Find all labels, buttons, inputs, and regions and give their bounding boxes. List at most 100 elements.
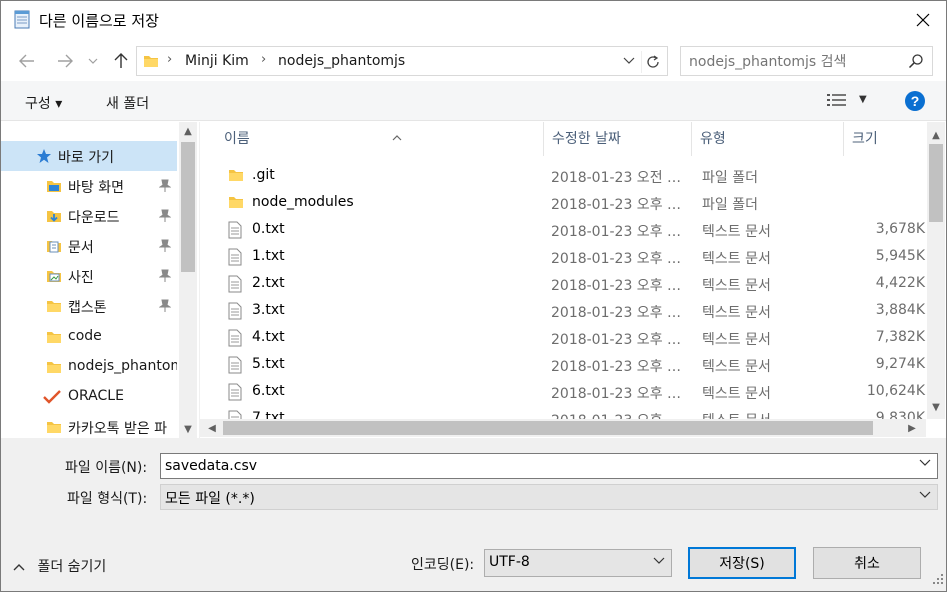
file-row[interactable]: 2.txt 2018-01-23 오후 3... 텍스트 문서 4,422K <box>200 271 925 298</box>
file-size: 7,382K <box>875 329 925 345</box>
nav-item-nodejs-phantom[interactable]: nodejs_phantom <box>1 352 177 382</box>
chevron-down-icon[interactable] <box>623 54 635 68</box>
text-file-icon <box>228 302 242 324</box>
file-date: 2018-01-23 오후 2... <box>551 197 689 213</box>
nav-item-code[interactable]: code <box>1 322 177 352</box>
scroll-up-icon[interactable]: ▲ <box>927 126 945 144</box>
file-row[interactable]: 3.txt 2018-01-23 오후 3... 텍스트 문서 3,884K <box>200 298 925 325</box>
folder-icon <box>228 167 244 187</box>
file-row[interactable]: 0.txt 2018-01-23 오후 3... 텍스트 문서 3,678K <box>200 217 925 244</box>
chevron-down-icon[interactable]: ▼ <box>859 94 867 105</box>
close-button[interactable] <box>900 1 946 39</box>
column-header-size[interactable]: 크기 <box>844 122 925 156</box>
back-button[interactable] <box>15 49 39 73</box>
file-name: 1.txt <box>252 248 285 264</box>
scroll-up-icon[interactable]: ▲ <box>179 122 197 140</box>
scroll-right-icon[interactable]: ▶ <box>903 419 921 437</box>
nav-item-capstone[interactable]: 캡스톤 <box>1 291 177 321</box>
file-size: 5,945K <box>875 248 925 264</box>
scrollbar-thumb[interactable] <box>181 142 195 272</box>
cancel-button[interactable]: 취소 <box>813 547 921 579</box>
help-button[interactable]: ? <box>905 91 925 111</box>
refresh-button[interactable] <box>641 51 663 73</box>
column-header-type[interactable]: 유형 <box>692 122 844 156</box>
organize-button[interactable]: 구성 ▾ <box>25 93 62 113</box>
breadcrumb-item[interactable]: Minji Kim <box>185 53 249 69</box>
file-list-hscrollbar[interactable]: ◀ ▶ <box>199 419 926 437</box>
nav-item-label: 캡스톤 <box>68 300 107 316</box>
address-row: › Minji Kim › nodejs_phantomjs <box>1 43 946 79</box>
file-row[interactable]: 5.txt 2018-01-23 오후 3... 텍스트 문서 9,274K <box>200 352 925 379</box>
file-row[interactable]: .git 2018-01-23 오전 1... 파일 폴더 <box>200 163 925 190</box>
nav-item-downloads[interactable]: 다운로드 <box>1 201 177 231</box>
view-options-icon[interactable] <box>827 93 847 111</box>
arrow-left-icon <box>19 54 34 68</box>
chevron-down-icon <box>88 58 98 64</box>
nav-item-label: 문서 <box>68 240 94 256</box>
forward-button[interactable] <box>53 49 77 73</box>
nav-item-documents[interactable]: 문서 <box>1 231 177 261</box>
nav-item-desktop[interactable]: 바탕 화면 <box>1 171 177 201</box>
filename-field[interactable] <box>160 453 938 479</box>
search-input[interactable] <box>689 51 899 73</box>
title-bar: 다른 이름으로 저장 <box>1 1 946 39</box>
column-header-label: 크기 <box>852 131 878 147</box>
scroll-down-icon[interactable]: ▼ <box>927 398 945 416</box>
scrollbar-thumb[interactable] <box>929 144 943 222</box>
new-folder-button[interactable]: 새 폴더 <box>106 93 149 113</box>
search-icon[interactable] <box>908 53 924 73</box>
filename-input[interactable] <box>165 456 864 476</box>
chevron-down-icon <box>653 557 665 568</box>
file-row[interactable]: node_modules 2018-01-23 오후 2... 파일 폴더 <box>200 190 925 217</box>
text-file-icon <box>228 356 242 378</box>
recent-locations-button[interactable] <box>85 49 101 73</box>
scroll-down-icon[interactable]: ▼ <box>179 420 197 438</box>
up-button[interactable] <box>109 49 133 73</box>
file-type: 텍스트 문서 <box>702 251 771 267</box>
file-date: 2018-01-23 오후 3... <box>551 251 689 267</box>
nav-item-label: ORACLE <box>68 388 124 404</box>
arrow-right-icon <box>58 54 73 68</box>
search-box[interactable] <box>680 46 933 76</box>
file-type: 텍스트 문서 <box>702 305 771 321</box>
file-list-vscrollbar[interactable]: ▲ ▼ <box>927 122 945 419</box>
nav-item-label: 카카오톡 받은 파 <box>68 421 168 437</box>
scroll-left-icon[interactable]: ◀ <box>203 419 221 437</box>
folder-icon <box>45 358 63 376</box>
encoding-select[interactable]: UTF-8 <box>484 549 672 577</box>
hide-folders-button[interactable]: 폴더 숨기기 <box>13 556 106 576</box>
column-header-label: 유형 <box>700 131 726 147</box>
refresh-icon <box>646 55 659 68</box>
file-date: 2018-01-23 오후 3... <box>551 332 689 348</box>
file-row[interactable]: 7.txt 2018-01-23 오후 3... 텍스트 문서 9,830K <box>200 406 925 419</box>
file-row[interactable]: 6.txt 2018-01-23 오후 3... 텍스트 문서 10,624K <box>200 379 925 406</box>
file-date: 2018-01-23 오후 3... <box>551 305 689 321</box>
file-type: 텍스트 문서 <box>702 224 771 240</box>
save-button[interactable]: 저장(S) <box>688 547 796 579</box>
checkmark-icon <box>43 388 61 406</box>
breadcrumb-item[interactable]: nodejs_phantomjs <box>278 53 405 69</box>
nav-item-pictures[interactable]: 사진 <box>1 261 177 291</box>
scrollbar-thumb[interactable] <box>223 421 873 435</box>
text-file-icon <box>228 221 242 243</box>
column-header-name[interactable]: 이름 <box>216 122 544 156</box>
nav-item-oracle[interactable]: ORACLE <box>1 382 177 412</box>
command-bar: 구성 ▾ 새 폴더 ▼ ? <box>1 81 946 121</box>
nav-scrollbar[interactable]: ▲ ▼ <box>179 122 197 438</box>
column-header-date[interactable]: 수정한 날짜 <box>544 122 692 156</box>
resize-grip-icon[interactable] <box>932 573 944 589</box>
filetype-select[interactable]: 모든 파일 (*.*) <box>160 484 938 510</box>
text-file-icon <box>228 275 242 297</box>
pin-icon <box>158 299 172 317</box>
chevron-up-icon <box>13 559 25 575</box>
filetype-label: 파일 형식(T): <box>67 491 148 507</box>
file-row[interactable]: 4.txt 2018-01-23 오후 3... 텍스트 문서 7,382K <box>200 325 925 352</box>
nav-item-quick-access[interactable]: 바로 가기 <box>1 141 177 171</box>
file-row[interactable]: 1.txt 2018-01-23 오후 3... 텍스트 문서 5,945K <box>200 244 925 271</box>
file-date: 2018-01-23 오후 3... <box>551 224 689 240</box>
address-bar[interactable]: › Minji Kim › nodejs_phantomjs <box>136 46 668 76</box>
chevron-down-icon[interactable] <box>919 459 931 470</box>
nav-item-kakaotalk[interactable]: 카카오톡 받은 파 <box>1 412 177 438</box>
pin-icon <box>158 209 172 227</box>
file-name: node_modules <box>252 194 354 210</box>
